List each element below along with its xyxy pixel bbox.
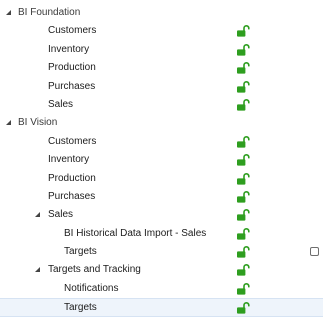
- tree-view: BI Foundation Customers Inventory Productio…: [0, 4, 323, 317]
- row-checkbox[interactable]: [310, 247, 319, 257]
- tree-row[interactable]: BI Foundation: [0, 4, 323, 22]
- unlocked-padlock-icon[interactable]: [236, 246, 250, 258]
- tree-row[interactable]: Inventory: [0, 41, 323, 59]
- tree-item-label: Targets: [64, 246, 97, 258]
- tree-item-label: BI Historical Data Import - Sales: [64, 227, 207, 239]
- tree-item-label: Targets: [64, 302, 97, 314]
- tree-item-label: Production: [48, 62, 96, 74]
- tree-row[interactable]: Customers: [0, 22, 323, 40]
- unlocked-padlock-icon[interactable]: [236, 282, 250, 295]
- tree-item-label: Inventory: [48, 154, 90, 166]
- tree-item-label: Purchases: [48, 80, 96, 92]
- tree-row[interactable]: BI Vision: [0, 114, 323, 132]
- unlocked-padlock-icon[interactable]: [236, 154, 250, 166]
- unlocked-padlock-icon[interactable]: [236, 227, 250, 240]
- unlocked-padlock-icon[interactable]: [236, 80, 250, 93]
- tree-item-label: Customers: [48, 25, 97, 37]
- unlocked-padlock-icon[interactable]: [236, 43, 250, 56]
- tree-row[interactable]: BI Historical Data Import - Sales: [0, 225, 323, 243]
- tree-row[interactable]: Notifications: [0, 280, 323, 298]
- tree-row[interactable]: Inventory: [0, 151, 323, 169]
- expand-collapse-triangle-icon[interactable]: [33, 261, 43, 279]
- tree-item-label: Inventory: [48, 43, 90, 55]
- tree-row[interactable]: Production: [0, 170, 323, 188]
- unlocked-padlock-icon[interactable]: [236, 264, 250, 277]
- unlocked-padlock-icon[interactable]: [236, 190, 250, 203]
- tree-item-label: Sales: [48, 209, 74, 221]
- tree-item-label: Customers: [48, 135, 97, 147]
- tree-item-label: Sales: [48, 98, 74, 110]
- tree-row[interactable]: Production: [0, 59, 323, 77]
- tree-row[interactable]: Targets and Tracking: [0, 261, 323, 279]
- tree-row[interactable]: Targets: [0, 243, 323, 261]
- tree-row[interactable]: Targets: [0, 298, 323, 317]
- tree-row[interactable]: Purchases: [0, 78, 323, 96]
- tree-item-label: BI Vision: [18, 117, 58, 129]
- unlocked-padlock-icon[interactable]: [236, 98, 250, 111]
- unlocked-padlock-icon[interactable]: [236, 135, 250, 148]
- tree-item-label: Notifications: [64, 282, 119, 294]
- tree-item-label: BI Foundation: [18, 7, 81, 18]
- tree-item-label: Targets and Tracking: [48, 264, 141, 276]
- unlocked-padlock-icon[interactable]: [236, 302, 250, 314]
- expand-collapse-triangle-icon[interactable]: [4, 4, 14, 22]
- unlocked-padlock-icon[interactable]: [236, 172, 250, 185]
- tree-row[interactable]: Customers: [0, 133, 323, 151]
- expand-collapse-triangle-icon[interactable]: [4, 114, 14, 132]
- expand-collapse-triangle-icon[interactable]: [33, 206, 43, 224]
- tree-item-label: Production: [48, 172, 96, 184]
- tree-row[interactable]: Sales: [0, 206, 323, 224]
- unlocked-padlock-icon[interactable]: [236, 62, 250, 74]
- tree-item-label: Purchases: [48, 190, 96, 202]
- tree-row[interactable]: Purchases: [0, 188, 323, 206]
- unlocked-padlock-icon[interactable]: [236, 209, 250, 221]
- unlocked-padlock-icon[interactable]: [236, 25, 250, 37]
- tree-row[interactable]: Sales: [0, 96, 323, 114]
